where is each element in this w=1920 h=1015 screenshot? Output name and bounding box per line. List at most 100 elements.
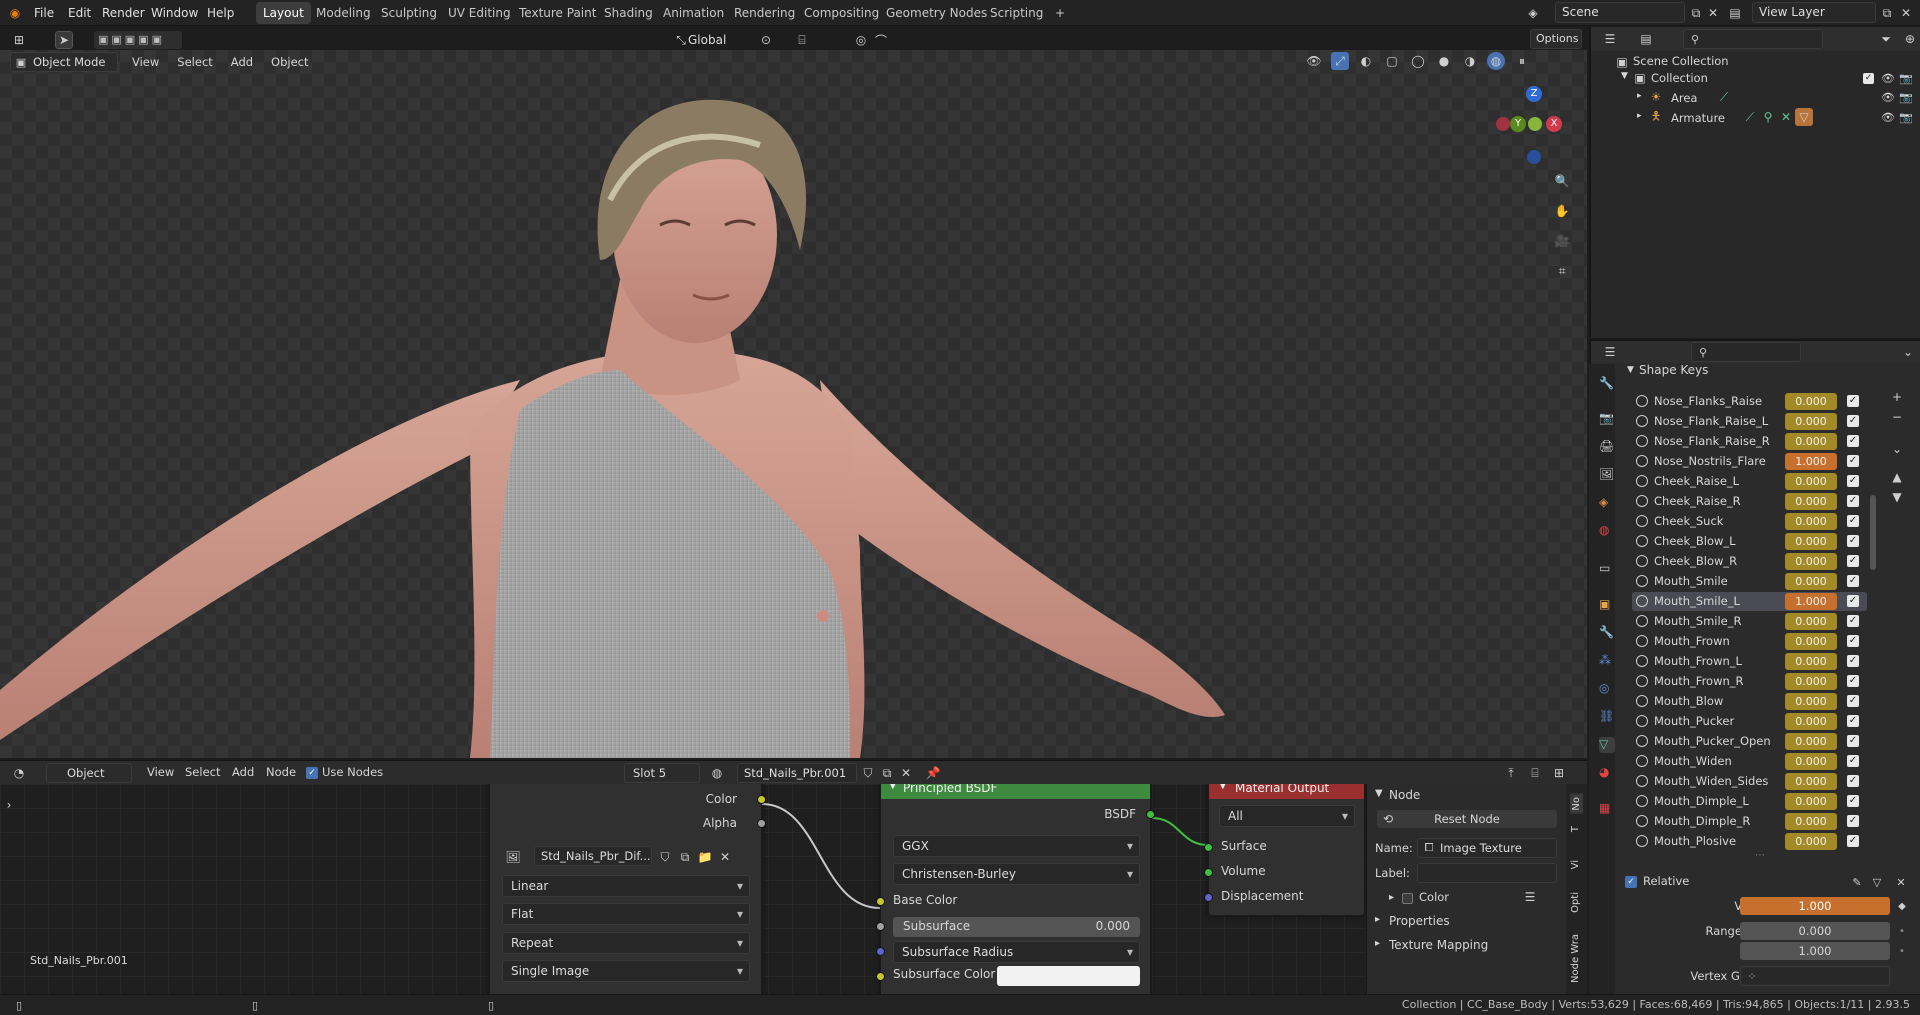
navigation-gizmo[interactable]: Z Y X — [1496, 84, 1576, 164]
options-dropdown[interactable]: Options — [1530, 29, 1582, 49]
shape-key-row[interactable]: Nose_Flank_Raise_R 0.000 ✓ — [1632, 432, 1867, 451]
shape-key-value[interactable]: 1.000 — [1785, 593, 1837, 610]
display-mode-icon[interactable]: ▤ — [1637, 30, 1655, 48]
object-data-tab-icon[interactable]: ▽ — [1599, 737, 1615, 753]
view-layer-icon[interactable]: ▤ — [1726, 4, 1744, 22]
gizmo-neg-z[interactable] — [1527, 150, 1541, 164]
shape-key-name[interactable]: Mouth_Smile_L — [1654, 594, 1740, 608]
surface-socket[interactable] — [1204, 843, 1213, 852]
snap-icon[interactable]: ⌸ — [793, 31, 811, 49]
shape-key-row[interactable]: Cheek_Raise_R 0.000 ✓ — [1632, 492, 1867, 511]
extension-dropdown[interactable]: Repeat — [502, 932, 750, 954]
color-checkbox[interactable] — [1402, 893, 1413, 904]
shape-key-value[interactable]: 0.000 — [1785, 513, 1837, 530]
outliner-item-area[interactable]: Area — [1671, 91, 1697, 105]
pan-hand-icon[interactable]: ✋ — [1553, 202, 1571, 220]
texture-mapping-arrow-icon[interactable]: ▸ — [1375, 938, 1380, 949]
shape-key-mute-checkbox[interactable]: ✓ — [1847, 755, 1859, 767]
shape-key-name[interactable]: Nose_Flank_Raise_R — [1654, 434, 1770, 448]
workspace-tab-scripting[interactable]: Scripting — [983, 2, 1050, 24]
delete-scene-icon[interactable]: ✕ — [1704, 4, 1722, 22]
shape-key-lock-icon[interactable]: ✎ — [1848, 873, 1866, 891]
viewport-menu-select[interactable]: Select — [177, 55, 212, 69]
menu-help[interactable]: Help — [207, 0, 234, 26]
subsurface-radius-socket[interactable] — [876, 947, 885, 956]
outliner-editor-icon[interactable]: ☰ — [1601, 30, 1619, 48]
subsurface-method-dropdown[interactable]: Christensen-Burley — [893, 863, 1140, 885]
camera-view-icon[interactable]: 🎥 — [1553, 232, 1571, 250]
collection-label[interactable]: Collection — [1651, 71, 1708, 85]
overlay-toggle-icon[interactable]: ◐ — [1357, 52, 1375, 70]
pose-icon[interactable]: ⚲ — [1759, 108, 1777, 126]
node-menu-select[interactable]: Select — [185, 765, 220, 779]
shape-key-name[interactable]: Mouth_Smile_R — [1654, 614, 1742, 628]
node-editor-canvas[interactable]: › Std_Nails_Pbr.001 Color Alpha 🖼 Std_Na… — [0, 784, 1587, 994]
output-tab-icon[interactable]: 🖨 — [1599, 439, 1615, 455]
relative-checkbox[interactable]: ✓ — [1625, 876, 1637, 888]
delete-view-layer-icon[interactable]: ✕ — [1897, 4, 1915, 22]
menu-edit[interactable]: Edit — [68, 0, 91, 26]
shape-key-name[interactable]: Cheek_Blow_R — [1654, 554, 1737, 568]
shape-key-value[interactable]: 0.000 — [1785, 813, 1837, 830]
shape-key-row[interactable]: Nose_Flanks_Raise 0.000 ✓ — [1632, 392, 1867, 411]
image-texture-node[interactable]: Color Alpha 🖼 Std_Nails_Pbr_Dif... ⛉ ⧉ 📁… — [489, 784, 766, 994]
shape-keys-header[interactable]: Shape Keys — [1639, 363, 1708, 377]
shape-key-mute-checkbox[interactable]: ✓ — [1847, 595, 1859, 607]
material-output-node[interactable]: Material Output ▼ All Surface Volume Dis… — [1204, 784, 1365, 916]
shape-key-mute-checkbox[interactable]: ✓ — [1847, 415, 1859, 427]
shape-key-mute-checkbox[interactable]: ✓ — [1847, 735, 1859, 747]
bsdf-node-header[interactable]: Principled BSDF — [881, 784, 1150, 799]
properties-section[interactable]: Properties — [1389, 914, 1450, 928]
image-datablock-field[interactable]: Std_Nails_Pbr_Dif... — [534, 846, 652, 866]
displacement-socket[interactable] — [1204, 893, 1213, 902]
max-field[interactable]: 1.000 — [1740, 942, 1890, 960]
shape-key-value[interactable]: 0.000 — [1785, 773, 1837, 790]
volume-socket[interactable] — [1204, 868, 1213, 877]
image-unlink-icon[interactable]: ✕ — [716, 848, 734, 866]
clear-shape-keys-icon[interactable]: ✕ — [1892, 873, 1910, 891]
proportional-edit-icon[interactable]: ◎ — [852, 31, 870, 49]
workspace-tab-uv-editing[interactable]: UV Editing — [441, 2, 518, 24]
collection-visibility-icon[interactable]: 👁 — [1879, 69, 1897, 87]
projection-dropdown[interactable]: Flat — [502, 903, 750, 925]
image-new-icon[interactable]: ⧉ — [676, 848, 694, 866]
unlink-material-icon[interactable]: ✕ — [897, 764, 915, 782]
subsurface-slider[interactable]: Subsurface 0.000 — [893, 917, 1140, 937]
shape-key-row[interactable]: Nose_Nostrils_Flare 1.000 ✓ — [1632, 452, 1867, 471]
shape-key-row[interactable]: Mouth_Dimple_R 0.000 ✓ — [1632, 812, 1867, 831]
shape-key-name[interactable]: Mouth_Frown_R — [1654, 674, 1744, 688]
world-tab-icon[interactable]: ◍ — [1599, 523, 1615, 539]
shape-key-name[interactable]: Mouth_Widen_Sides — [1654, 774, 1768, 788]
shape-key-row[interactable]: Cheek_Blow_L 0.000 ✓ — [1632, 532, 1867, 551]
shape-key-name[interactable]: Nose_Flank_Raise_L — [1654, 414, 1768, 428]
shape-key-scrollbar[interactable] — [1870, 495, 1876, 570]
node-section-header[interactable]: Node — [1389, 788, 1420, 802]
duplicate-material-icon[interactable]: ⧉ — [878, 764, 896, 782]
sidebar-tab-view[interactable]: Vi — [1570, 860, 1581, 869]
node-menu-node[interactable]: Node — [266, 765, 296, 779]
shape-key-value[interactable]: 0.000 — [1785, 713, 1837, 730]
shape-key-name[interactable]: Mouth_Plosive — [1654, 834, 1736, 848]
gizmo-x-axis[interactable]: X — [1546, 116, 1562, 132]
viewport-menu-object[interactable]: Object — [271, 55, 308, 69]
shape-key-mute-checkbox[interactable]: ✓ — [1847, 435, 1859, 447]
armature-visibility-icon[interactable]: 👁 — [1879, 108, 1897, 126]
falloff-icon[interactable]: ⌒ — [872, 31, 890, 49]
shape-key-row[interactable]: Mouth_Smile_L 1.000 ✓ — [1632, 592, 1867, 611]
area-visibility-icon[interactable]: 👁 — [1879, 88, 1897, 106]
overlay-node-icon[interactable]: ⊞ — [1550, 764, 1568, 782]
shape-key-value[interactable]: 0.000 — [1785, 633, 1837, 650]
subsurface-color-socket[interactable] — [876, 972, 885, 981]
physics-tab-icon[interactable]: ◎ — [1599, 681, 1615, 697]
shape-key-value[interactable]: 0.000 — [1785, 553, 1837, 570]
shape-key-mute-checkbox[interactable]: ✓ — [1847, 795, 1859, 807]
wireframe-shading-icon[interactable]: ◯ — [1409, 52, 1427, 70]
image-open-folder-icon[interactable]: 📁 — [696, 848, 714, 866]
color-expand-arrow-icon[interactable]: ▸ — [1389, 892, 1394, 903]
selection-mode-icons[interactable]: ▣▣▣▣▣ — [94, 31, 182, 49]
mesh-child-icon[interactable]: ▽ — [1795, 108, 1813, 126]
shape-key-value[interactable]: 0.000 — [1785, 473, 1837, 490]
node-label-field[interactable] — [1417, 863, 1557, 883]
shape-key-mute-checkbox[interactable]: ✓ — [1847, 695, 1859, 707]
reset-node-button[interactable]: Reset Node — [1377, 810, 1557, 828]
